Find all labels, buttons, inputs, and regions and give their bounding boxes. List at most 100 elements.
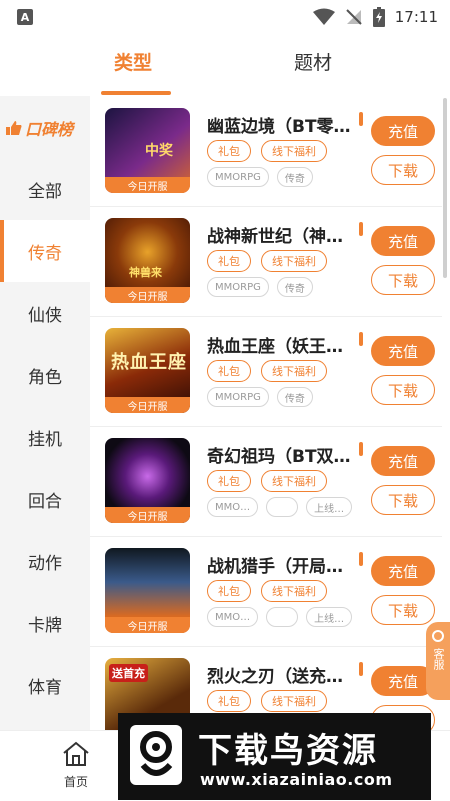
recharge-button[interactable]: 充值	[371, 226, 435, 256]
offline-welfare-tag: 线下福利	[261, 470, 327, 492]
genre-list: MMO… 上线…	[207, 497, 353, 517]
title-marker	[359, 112, 363, 126]
sidebar-item-turn-based[interactable]: 回合	[0, 468, 90, 530]
game-row[interactable]: 今日开服 战机猎手（开局… 礼包 线下福利 MMO… 上线… 充值 下载	[90, 536, 442, 647]
genre-list: MMO… 上线…	[207, 607, 353, 627]
reputation-ranking-title[interactable]: 口碑榜	[6, 116, 86, 140]
genre-tag: 上线…	[306, 497, 353, 517]
genre-tag	[266, 607, 299, 627]
thumbs-up-icon	[6, 121, 22, 135]
genre-tag: MMO…	[207, 497, 259, 517]
genre-tag: 传奇	[276, 387, 313, 407]
nav-home-label: 首页	[63, 775, 88, 789]
download-button[interactable]: 下载	[371, 155, 435, 185]
download-button[interactable]: 下载	[371, 375, 435, 405]
title-marker	[359, 552, 363, 566]
sidebar-title-text: 口碑榜	[25, 120, 74, 139]
tag-list: 礼包 线下福利	[207, 360, 327, 382]
category-sidebar: 口碑榜 全部 传奇 仙侠 角色 挂机 回合 动作 卡牌 体育	[0, 96, 90, 730]
game-title[interactable]: 战机猎手（开局…	[207, 552, 360, 577]
tag-list: 礼包 线下福利	[207, 470, 327, 492]
game-thumbnail[interactable]: 今日开服	[105, 548, 190, 633]
genre-tag: MMO…	[207, 607, 259, 627]
game-row[interactable]: 今日开服 奇幻祖玛（BT双… 礼包 线下福利 MMO… 上线… 充值 下载	[90, 426, 442, 537]
game-row[interactable]: 热血王座 今日开服 热血王座（妖王… 礼包 线下福利 MMORPG 传奇 充值 …	[90, 316, 442, 427]
active-tab-indicator	[101, 91, 171, 95]
customer-service-button[interactable]: 客服	[426, 622, 450, 700]
gift-tag: 礼包	[207, 250, 251, 272]
tag-list: 礼包 线下福利	[207, 690, 327, 712]
offline-welfare-tag: 线下福利	[261, 690, 327, 712]
game-thumbnail[interactable]: 神兽来 今日开服	[105, 218, 190, 303]
gift-tag: 礼包	[207, 140, 251, 162]
sidebar-item-card[interactable]: 卡牌	[0, 592, 90, 654]
gift-tag: 礼包	[207, 690, 251, 712]
status-bar: A 17:11	[0, 0, 450, 34]
battery-charging-icon	[372, 7, 385, 27]
customer-service-label: 客服	[432, 648, 445, 670]
game-title[interactable]: 烈火之刃（送充…	[207, 662, 360, 687]
genre-tag: 上线…	[306, 607, 353, 627]
title-marker	[359, 662, 363, 676]
genre-tag: 传奇	[276, 277, 313, 297]
genre-tag: 传奇	[276, 167, 313, 187]
tab-theme[interactable]: 题材	[294, 48, 332, 75]
download-button[interactable]: 下载	[371, 265, 435, 295]
sidebar-item-idle[interactable]: 挂机	[0, 406, 90, 468]
thumbnail-caption: 神兽来	[129, 266, 162, 279]
offline-welfare-tag: 线下福利	[261, 140, 327, 162]
game-row[interactable]: 神兽来 今日开服 战神新世纪（神… 礼包 线下福利 MMORPG 传奇 充值 下…	[90, 206, 442, 317]
top-tab-bar: 类型 题材	[0, 34, 450, 96]
game-thumbnail[interactable]: 今日开服	[105, 438, 190, 523]
thumbnail-caption: 热血王座	[111, 352, 187, 373]
open-today-banner: 今日开服	[105, 287, 190, 303]
recharge-button[interactable]: 充值	[371, 336, 435, 366]
tab-type[interactable]: 类型	[114, 48, 152, 75]
status-icons: 17:11	[312, 7, 438, 27]
genre-tag	[266, 497, 299, 517]
nav-home[interactable]: 首页	[48, 741, 104, 790]
open-today-banner: 今日开服	[105, 177, 190, 193]
tag-list: 礼包 线下福利	[207, 140, 327, 162]
open-today-banner: 今日开服	[105, 397, 190, 413]
tag-list: 礼包 线下福利	[207, 580, 327, 602]
scrollbar[interactable]	[443, 98, 447, 278]
download-button[interactable]: 下载	[371, 595, 435, 625]
sidebar-item-xianxia[interactable]: 仙侠	[0, 282, 90, 344]
watermark-url: www.xiazainiao.com	[200, 770, 393, 789]
gift-tag: 礼包	[207, 360, 251, 382]
thumbnail-caption: 中奖	[145, 143, 173, 159]
game-title[interactable]: 热血王座（妖王…	[207, 332, 360, 357]
game-row[interactable]: 中奖 今日开服 幽蓝边境（BT零… 礼包 线下福利 MMORPG 传奇 充值 下…	[90, 96, 442, 207]
sidebar-item-sports[interactable]: 体育	[0, 654, 90, 716]
title-marker	[359, 332, 363, 346]
open-today-banner: 今日开服	[105, 507, 190, 523]
open-today-banner: 今日开服	[105, 617, 190, 633]
game-thumbnail[interactable]: 热血王座 今日开服	[105, 328, 190, 413]
bird-logo-icon	[130, 725, 182, 785]
game-title[interactable]: 奇幻祖玛（BT双…	[207, 442, 360, 467]
clock: 17:11	[394, 8, 438, 26]
sidebar-item-all[interactable]: 全部	[0, 158, 90, 220]
game-thumbnail[interactable]: 中奖 今日开服	[105, 108, 190, 193]
sidebar-item-legend[interactable]: 传奇	[0, 220, 90, 282]
watermark-banner: 下载鸟资源 www.xiazainiao.com	[118, 713, 431, 800]
genre-list: MMORPG 传奇	[207, 167, 313, 187]
title-marker	[359, 222, 363, 236]
game-title[interactable]: 幽蓝边境（BT零…	[207, 112, 360, 137]
download-button[interactable]: 下载	[371, 485, 435, 515]
sidebar-item-rpg[interactable]: 角色	[0, 344, 90, 406]
recharge-button[interactable]: 充值	[371, 446, 435, 476]
title-marker	[359, 442, 363, 456]
game-title[interactable]: 战神新世纪（神…	[207, 222, 360, 247]
genre-tag: MMORPG	[207, 277, 269, 297]
tag-list: 礼包 线下福利	[207, 250, 327, 272]
offline-welfare-tag: 线下福利	[261, 360, 327, 382]
no-signal-icon	[346, 9, 362, 25]
recharge-button[interactable]: 充值	[371, 556, 435, 586]
gift-tag: 礼包	[207, 580, 251, 602]
home-icon	[63, 741, 89, 766]
recharge-button[interactable]: 充值	[371, 116, 435, 146]
sidebar-item-action[interactable]: 动作	[0, 530, 90, 592]
genre-list: MMORPG 传奇	[207, 277, 313, 297]
